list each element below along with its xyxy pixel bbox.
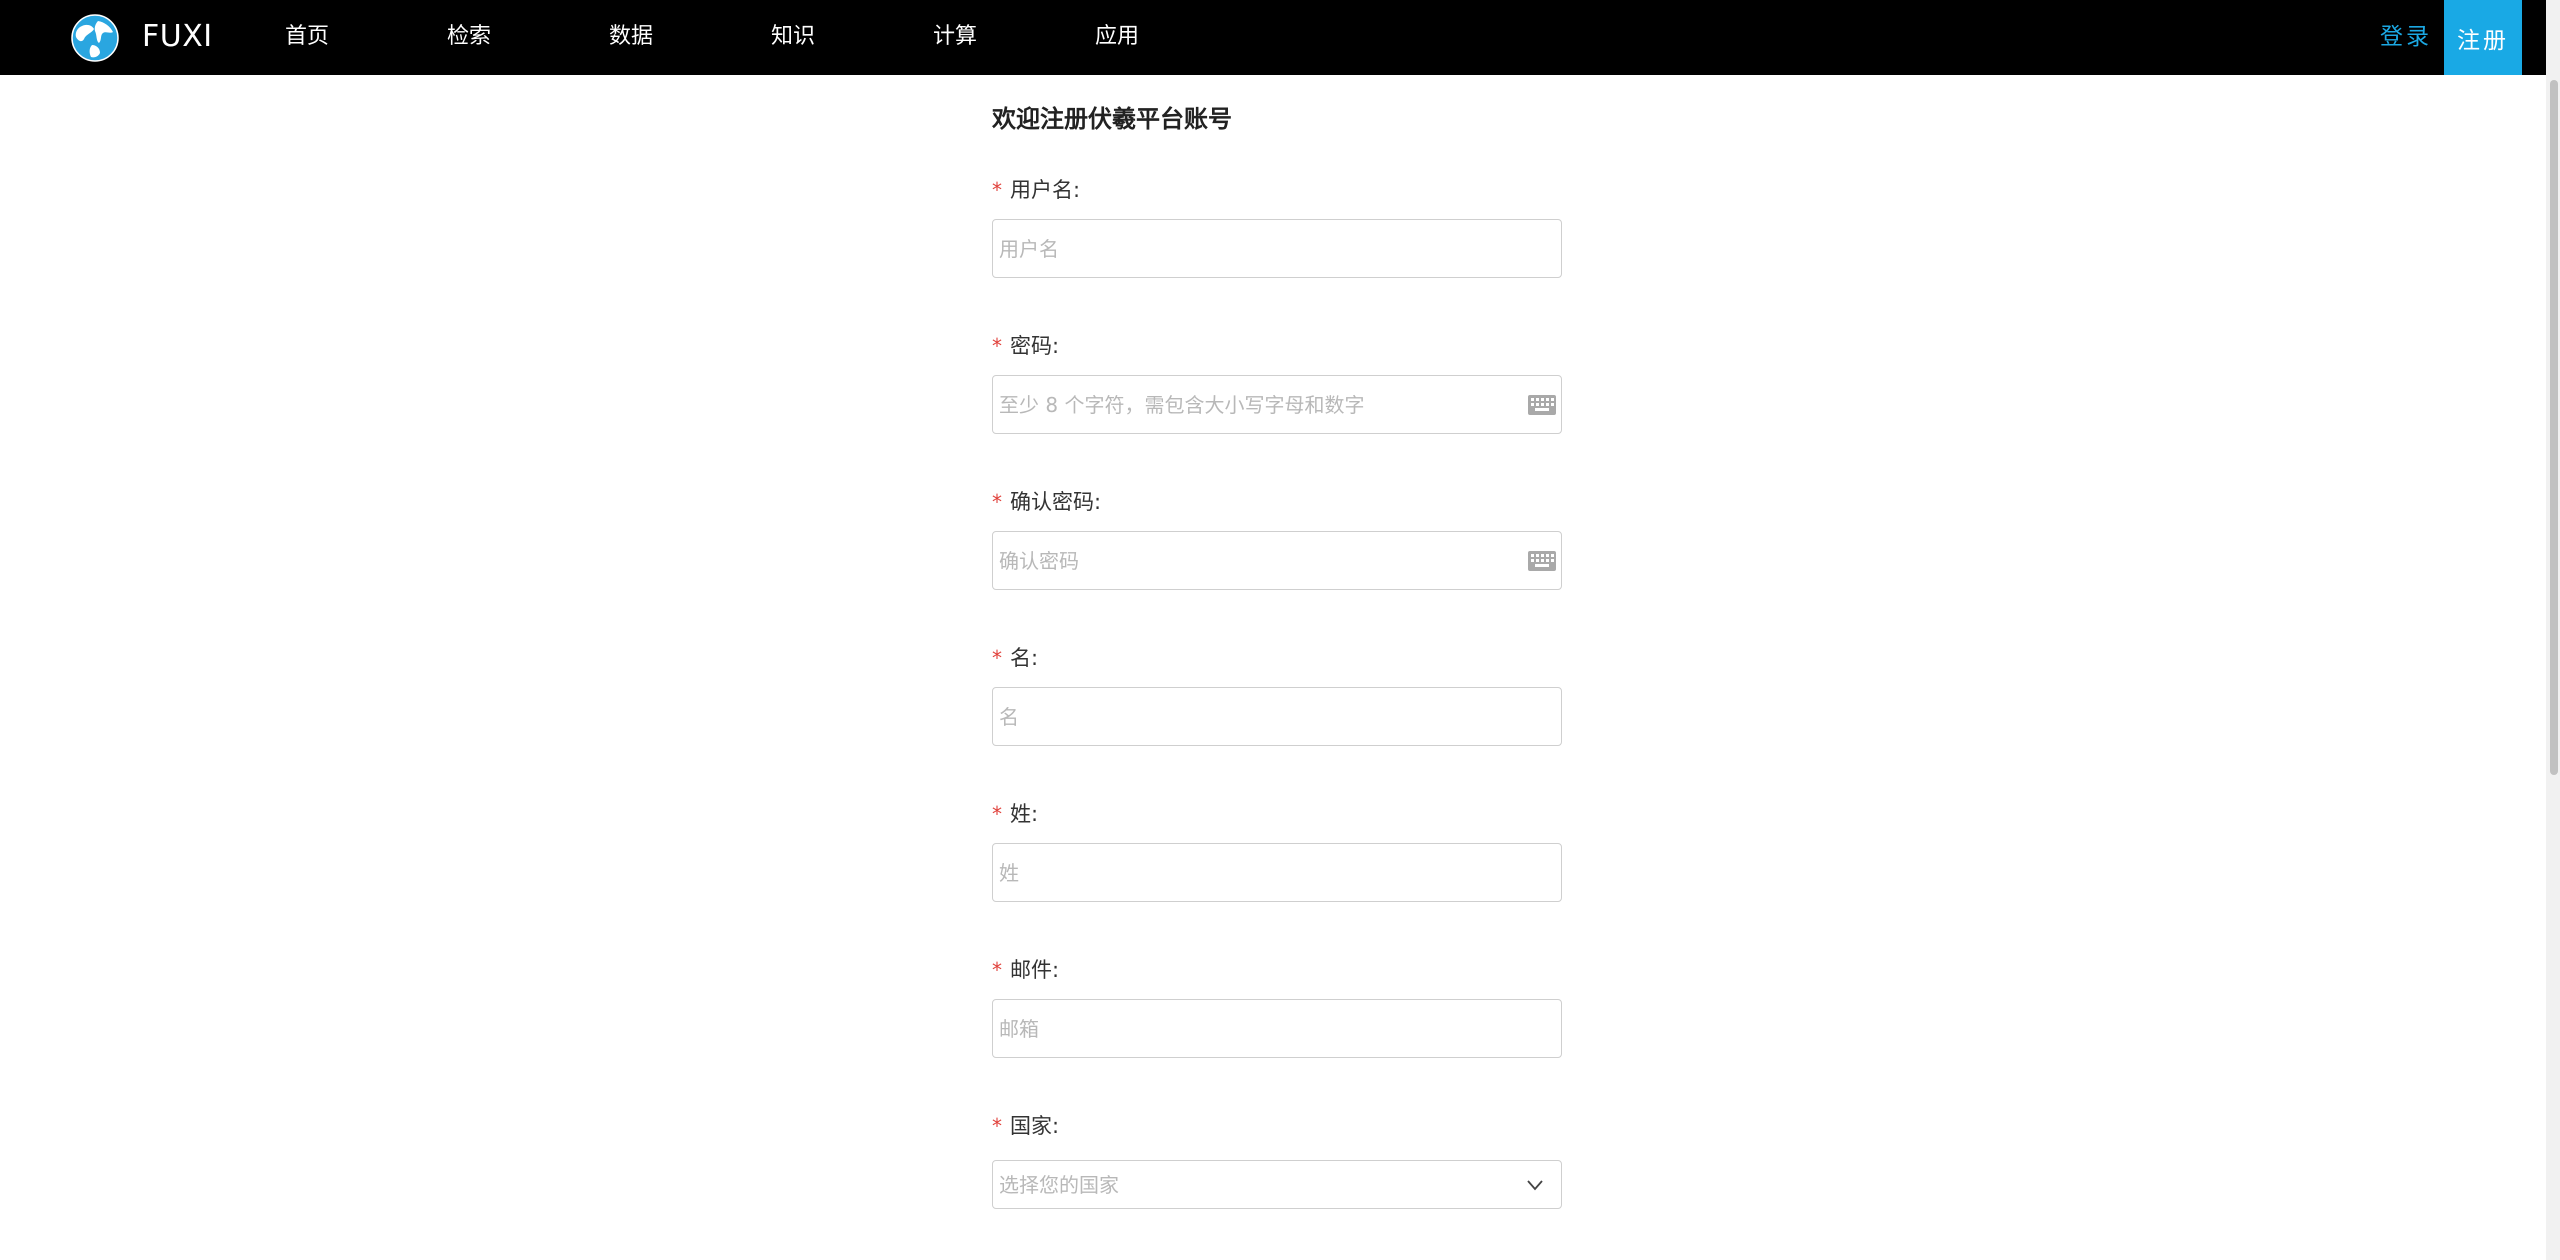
required-mark: * — [992, 1114, 1002, 1138]
email-input[interactable] — [993, 1000, 1561, 1057]
top-navbar: FUXI 首页 检索 数据 知识 计算 应用 登录 注册 — [0, 0, 2560, 75]
nav-data[interactable]: 数据 — [609, 22, 653, 52]
password-label: * 密码: — [992, 334, 1060, 358]
first-name-input[interactable] — [993, 688, 1561, 745]
chevron-down-icon — [1527, 1180, 1543, 1191]
last-name-input[interactable] — [993, 844, 1561, 901]
required-mark: * — [992, 334, 1002, 358]
login-link[interactable]: 登录 — [2380, 22, 2432, 52]
required-mark: * — [992, 490, 1002, 514]
first-name-field-box — [992, 687, 1562, 746]
email-label: * 邮件: — [992, 958, 1060, 982]
required-mark: * — [992, 646, 1002, 670]
confirm-password-label: * 确认密码: — [992, 490, 1102, 514]
keyboard-icon[interactable] — [1527, 549, 1557, 573]
nav-knowledge[interactable]: 知识 — [771, 22, 815, 52]
register-button[interactable]: 注册 — [2444, 0, 2522, 75]
last-name-field-box — [992, 843, 1562, 902]
country-label: * 国家: — [992, 1114, 1060, 1138]
required-mark: * — [992, 958, 1002, 982]
country-select-placeholder: 选择您的国家 — [999, 1173, 1119, 1197]
brand-name[interactable]: FUXI — [142, 19, 213, 55]
last-name-label: * 姓: — [992, 802, 1039, 826]
username-input[interactable] — [993, 220, 1561, 277]
globe-logo-icon[interactable] — [70, 13, 120, 63]
scrollbar-thumb[interactable] — [2550, 80, 2558, 775]
password-input[interactable] — [993, 376, 1561, 433]
form-title: 欢迎注册伏羲平台账号 — [992, 105, 1232, 133]
username-label: * 用户名: — [992, 178, 1081, 202]
required-mark: * — [992, 802, 1002, 826]
confirm-password-field-box — [992, 531, 1562, 590]
country-select[interactable]: 选择您的国家 — [992, 1160, 1562, 1209]
email-field-box — [992, 999, 1562, 1058]
confirm-password-input[interactable] — [993, 532, 1561, 589]
keyboard-icon[interactable] — [1527, 393, 1557, 417]
first-name-label: * 名: — [992, 646, 1039, 670]
nav-search[interactable]: 检索 — [447, 22, 491, 52]
nav-apps[interactable]: 应用 — [1095, 22, 1139, 52]
required-mark: * — [992, 178, 1002, 202]
nav-compute[interactable]: 计算 — [933, 22, 977, 52]
password-field-box — [992, 375, 1562, 434]
nav-home[interactable]: 首页 — [285, 22, 329, 52]
username-field-box — [992, 219, 1562, 278]
